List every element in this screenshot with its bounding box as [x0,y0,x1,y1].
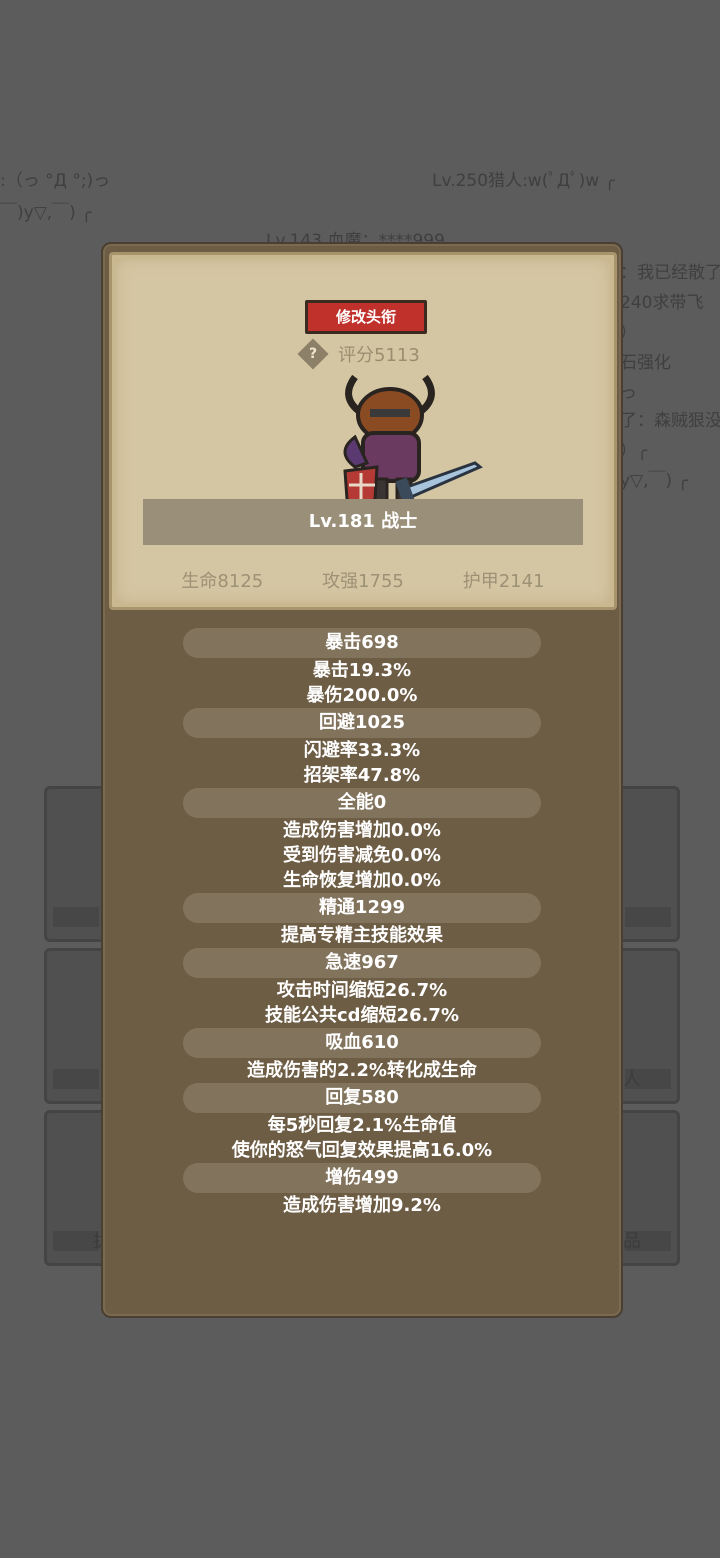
attribute-list: 暴击698 暴击19.3% 暴伤200.0% 回避1025 闪避率33.3% 招… [103,628,621,1218]
equipment-slot[interactable] [616,786,680,942]
chat-line: ：我已经散了 [620,263,720,283]
chat-line: y▽,￣) ╭ [620,471,688,491]
attr-header-crit: 暴击698 [183,628,541,658]
attr-header-regen: 回复580 [183,1083,541,1113]
base-stats: 生命8125 攻强1755 护甲2141 [112,567,614,593]
attr-line: 造成伤害增加0.0% [283,820,441,841]
attr-line: 受到伤害减免0.0% [283,845,441,866]
attr-line: 每5秒回复2.1%生命值 [267,1115,457,1136]
attr-line: 造成伤害增加9.2% [283,1195,441,1216]
attr-header-leech: 吸血610 [183,1028,541,1058]
attr-line: 攻击时间缩短26.7% [276,980,448,1001]
chat-line: 石强化 [620,353,671,373]
score-row: ? 评分5113 [297,338,420,370]
attr-line: 闪避率33.3% [303,740,421,761]
attr-line: 提高专精主技能效果 [281,925,443,946]
warrior-avatar [343,374,483,515]
character-name-bar: Lv.181 战士 [143,499,583,545]
attr-header-haste: 急速967 [183,948,541,978]
stat-attack-power: 攻强1755 [322,571,404,592]
attr-line: 使你的怒气回复效果提高16.0% [231,1140,493,1161]
chat-line: ￣)y▽,￣) ╭ [0,203,92,223]
character-info-panel: 修改头衔 ? 评分5113 Lv.181 战士 生命8125 攻强1755 护甲… [101,242,623,1318]
help-icon[interactable]: ? [297,338,329,370]
attr-header-versatility: 全能0 [183,788,541,818]
attr-header-mastery: 精通1299 [183,893,541,923]
chat-line: 240求带飞 [620,293,704,313]
chat-line: 了：森贼狠没 [620,411,720,431]
slot-label: 人 [623,1069,641,1090]
chat-line: ）╭ [620,441,648,461]
stat-health: 生命8125 [181,571,264,592]
attr-line: 生命恢复增加0.0% [283,870,441,891]
attr-line: 招架率47.8% [303,765,421,786]
equipment-slot[interactable] [44,786,108,942]
equipment-slot[interactable] [44,948,108,1104]
equipment-slot[interactable]: 拢 [44,1110,111,1266]
stat-armor: 护甲2141 [462,571,545,592]
attr-line: 暴击19.3% [312,660,412,681]
character-card: 修改头衔 ? 评分5113 Lv.181 战士 生命8125 攻强1755 护甲… [109,252,617,610]
equipment-slot[interactable]: 人 [616,948,680,1104]
chat-line: :（っ °Д °;)っ [0,171,111,191]
attr-header-dodge: 回避1025 [183,708,541,738]
attr-line: 技能公共cd缩短26.7% [264,1005,459,1026]
rename-title-button[interactable]: 修改头衔 [305,300,427,334]
attr-line: 造成伤害的2.2%转化成生命 [247,1060,477,1081]
slot-label: 品 [623,1231,641,1252]
chat-line: Lv.250猎人:w(ﾟДﾟ)w ╭ [432,171,615,191]
equipment-slot[interactable]: 品 [616,1110,680,1266]
score-label: 评分5113 [338,345,420,366]
attr-line: 暴伤200.0% [306,685,418,706]
attr-header-damage: 增伤499 [183,1163,541,1193]
